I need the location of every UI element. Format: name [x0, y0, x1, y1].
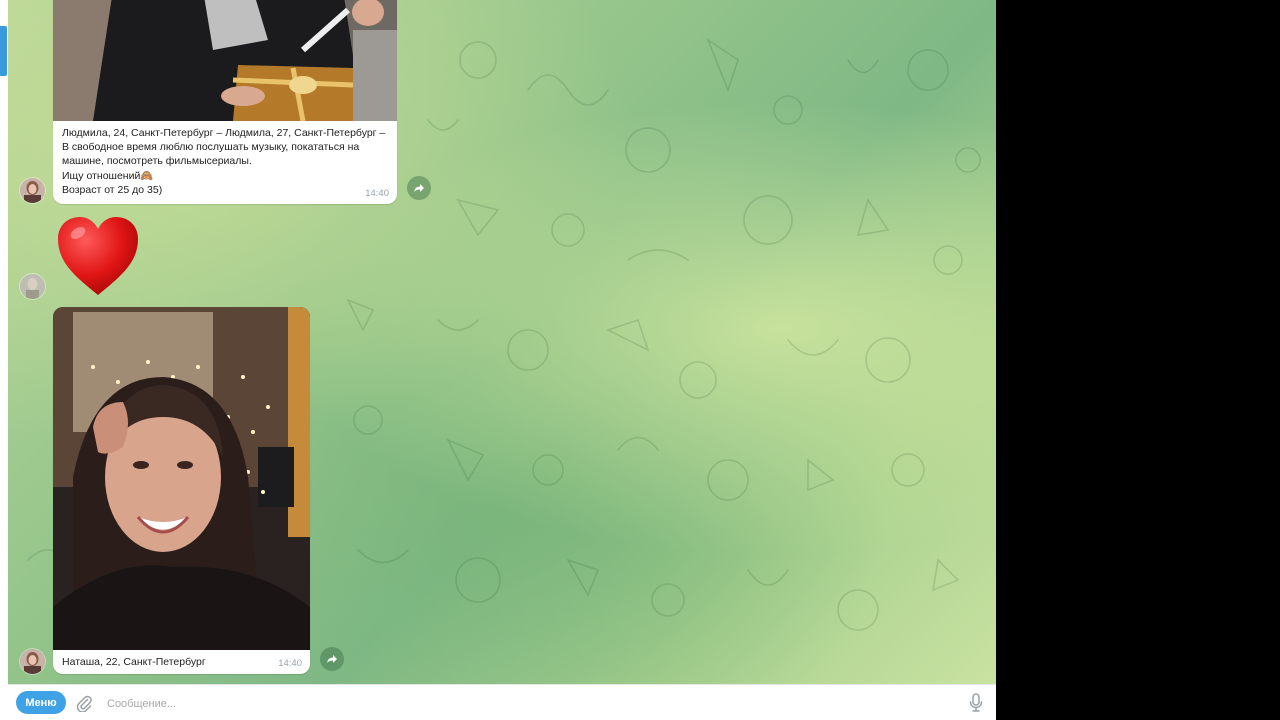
message-bubble-1[interactable]: Людмила, 24, Санкт-Петербург – Людмила, … — [53, 0, 397, 204]
message-bubble-2[interactable]: Наташа, 22, Санкт-Петербург 14:40 — [53, 307, 310, 674]
caption-line: Ищу отношений🙈 — [62, 169, 154, 182]
message-photo-1[interactable] — [53, 0, 397, 121]
forward-arrow-icon — [327, 655, 337, 663]
caption-line: машине, посмотреть фильмысериалы. — [62, 155, 252, 168]
caption-line: Людмила, 24, Санкт-Петербург – Людмила, … — [62, 127, 386, 139]
forward-arrow-icon — [414, 184, 424, 192]
photo-image — [53, 307, 310, 650]
message-caption-2: Наташа, 22, Санкт-Петербург — [62, 655, 206, 669]
forward-button[interactable] — [320, 647, 344, 671]
user-avatar[interactable] — [20, 274, 45, 299]
caption-line: В свободное время люблю послушать музыку… — [62, 141, 360, 154]
chat-list-edge — [0, 0, 8, 720]
sender-avatar[interactable] — [20, 178, 45, 203]
message-input[interactable] — [105, 693, 949, 715]
message-caption-1: Людмила, 24, Санкт-Петербург – Людмила, … — [62, 126, 385, 197]
heart-emoji-icon — [58, 217, 138, 295]
message-time-2: 14:40 — [278, 658, 302, 669]
bot-menu-button[interactable]: Меню — [16, 691, 66, 714]
message-time-1: 14:40 — [365, 188, 389, 199]
message-composer: Меню — [8, 684, 996, 720]
chat-history[interactable]: Людмила, 24, Санкт-Петербург – Людмила, … — [8, 0, 996, 684]
selected-chat-indicator — [0, 26, 7, 76]
forward-button[interactable] — [407, 176, 431, 200]
photo-image — [53, 0, 397, 121]
microphone-icon[interactable] — [968, 693, 984, 713]
heart-sticker[interactable] — [56, 215, 140, 302]
caption-line: Возраст от 25 до 35) — [62, 183, 163, 196]
sender-avatar[interactable] — [20, 649, 45, 674]
paperclip-icon[interactable] — [75, 694, 93, 712]
message-photo-2[interactable] — [53, 307, 310, 650]
telegram-window: Людмила, 24, Санкт-Петербург – Людмила, … — [0, 0, 996, 720]
caption-line: Наташа, 22, Санкт-Петербург — [62, 656, 206, 668]
